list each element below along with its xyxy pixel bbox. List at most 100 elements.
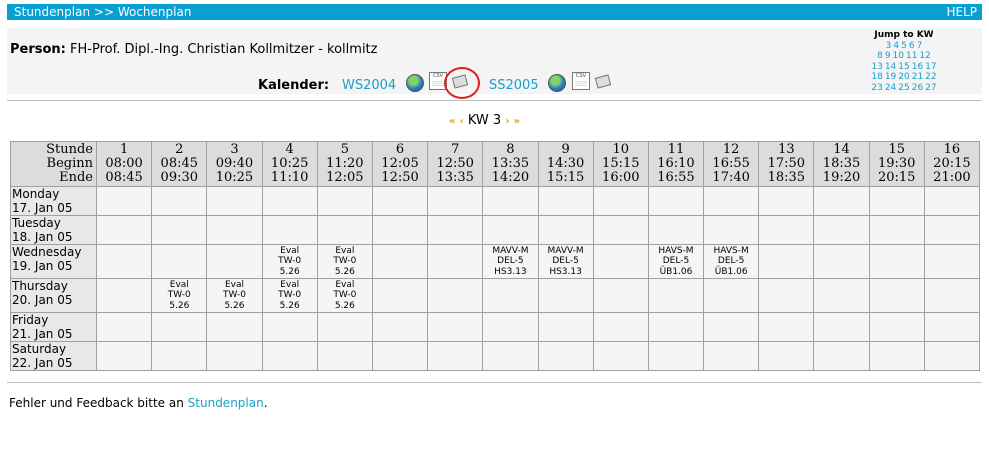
period-begin: 16:55 [712, 156, 750, 171]
empty-cell [316, 341, 373, 371]
help-link[interactable]: HELP [946, 4, 977, 20]
jump-week-link[interactable]: 6 [909, 41, 915, 51]
day-name: Thursday [12, 279, 68, 293]
period-end: 12:05 [326, 170, 364, 185]
jump-week-link[interactable]: 12 [919, 51, 930, 61]
empty-cell [206, 215, 263, 245]
period-header: 9 14:30 15:15 [537, 141, 594, 187]
jump-week-link[interactable]: 22 [925, 72, 936, 82]
jump-week-link[interactable]: 26 [912, 83, 923, 93]
last-week-icon[interactable]: » [514, 116, 520, 127]
jump-week-link[interactable]: 27 [925, 83, 936, 93]
jump-week-link[interactable]: 14 [885, 62, 896, 72]
empty-cell [647, 215, 705, 245]
prev-week-icon[interactable]: ‹ [460, 116, 464, 127]
row-label: Stunde [46, 142, 93, 157]
lesson-line: TW-0 [222, 290, 246, 301]
period-number: 12 [722, 142, 740, 157]
lesson-line: Eval [280, 279, 300, 290]
empty-cell [923, 341, 981, 371]
empty-cell [151, 186, 208, 216]
period-number: 9 [561, 142, 570, 157]
period-begin: 08:45 [160, 156, 199, 171]
empty-cell [261, 341, 318, 371]
globe-icon[interactable] [548, 74, 566, 92]
jump-week-link[interactable]: 3 [886, 41, 892, 51]
day-cell: Wednesday 19. Jan 05 [10, 244, 97, 279]
empty-cell [537, 215, 594, 245]
empty-cell [868, 312, 925, 342]
period-number: 13 [778, 142, 795, 157]
jump-week-link[interactable]: 4 [893, 41, 899, 51]
jump-week-link[interactable]: 23 [871, 83, 882, 93]
lesson-cell[interactable]: MAVV-M DEL-5 HS3.13 [482, 244, 539, 279]
jump-week-link[interactable]: 20 [898, 72, 909, 82]
empty-cell [537, 278, 594, 313]
lesson-cell[interactable]: Eval TW-0 5.26 [206, 278, 263, 313]
lesson-cell[interactable]: Eval TW-0 5.26 [261, 278, 318, 313]
csv-export-icon[interactable]: CSV [572, 72, 590, 90]
globe-icon[interactable] [406, 74, 424, 92]
lesson-cell[interactable]: HAVS-M DEL-5 ÜB1.06 [703, 244, 760, 279]
jump-week-link[interactable]: 9 [885, 51, 891, 61]
footer-stundenplan-link[interactable]: Stundenplan [188, 396, 264, 410]
jump-week-link[interactable]: 8 [877, 51, 883, 61]
lesson-cell[interactable]: HAVS-M DEL-5 ÜB1.06 [647, 244, 705, 279]
jump-week-link[interactable]: 13 [871, 62, 882, 72]
jump-week-link[interactable]: 10 [893, 51, 904, 61]
jump-week-link[interactable]: 15 [898, 62, 909, 72]
next-week-icon[interactable]: › [505, 116, 509, 127]
table-row: Wednesday 19. Jan 05 Eval TW-0 5.26 Eval TW-0 5… [10, 244, 981, 279]
empty-cell [813, 244, 870, 279]
day-cell: Tuesday 18. Jan 05 [10, 215, 97, 245]
empty-cell [537, 312, 594, 342]
lesson-line: TW-0 [278, 256, 302, 267]
period-begin: 18:35 [822, 156, 861, 171]
lesson-cell[interactable]: Eval TW-0 5.26 [316, 278, 373, 313]
lesson-line: DEL-5 [552, 256, 579, 267]
jump-week-link[interactable]: 24 [885, 83, 896, 93]
first-week-icon[interactable]: « [449, 116, 455, 127]
period-begin: 08:00 [105, 156, 143, 171]
jump-week-link[interactable]: 5 [901, 41, 907, 51]
empty-cell [592, 186, 649, 216]
period-number: 14 [833, 142, 850, 157]
empty-cell [316, 312, 373, 342]
jump-week-link[interactable]: 21 [912, 72, 923, 82]
period-number: 2 [175, 142, 184, 157]
empty-cell [151, 244, 208, 279]
period-number: 1 [119, 142, 129, 157]
semester-ws2004-link[interactable]: WS2004 [342, 78, 396, 93]
breadcrumb-separator: >> [93, 5, 114, 19]
empty-cell [427, 278, 484, 313]
empty-cell [813, 278, 870, 313]
breadcrumb-stundenplan[interactable]: Stundenplan [14, 5, 90, 19]
empty-cell [703, 312, 760, 342]
jump-week-link[interactable]: 17 [925, 62, 936, 72]
jump-week-link[interactable]: 7 [917, 41, 923, 51]
semester-ss2005-link[interactable]: SS2005 [489, 78, 539, 93]
empty-cell [427, 244, 484, 279]
period-header: 2 08:45 09:30 [151, 141, 208, 187]
jump-week-link[interactable]: 18 [871, 72, 882, 82]
lesson-cell[interactable]: Eval TW-0 5.26 [316, 244, 373, 279]
period-header: 15 19:30 20:15 [868, 141, 925, 187]
jump-week-link[interactable]: 11 [906, 51, 917, 61]
lesson-line: HS3.13 [549, 266, 582, 277]
period-number: 11 [667, 142, 685, 157]
empty-cell [427, 215, 484, 245]
jump-week-link[interactable]: 19 [885, 72, 896, 82]
breadcrumb-wochenplan[interactable]: Wochenplan [118, 5, 192, 19]
divider [7, 100, 982, 101]
period-header: 11 16:10 16:55 [647, 141, 705, 187]
day-date: 19. Jan 05 [12, 259, 73, 273]
empty-cell [647, 341, 705, 371]
lesson-cell[interactable]: Eval TW-0 5.26 [261, 244, 318, 279]
jump-week-link[interactable]: 16 [912, 62, 923, 72]
period-header: 13 17:50 18:35 [758, 141, 815, 187]
jump-week-link[interactable]: 25 [898, 83, 909, 93]
empty-cell [482, 278, 539, 313]
lesson-cell[interactable]: Eval TW-0 5.26 [151, 278, 208, 313]
empty-cell [758, 341, 815, 371]
lesson-cell[interactable]: MAVV-M DEL-5 HS3.13 [537, 244, 594, 279]
